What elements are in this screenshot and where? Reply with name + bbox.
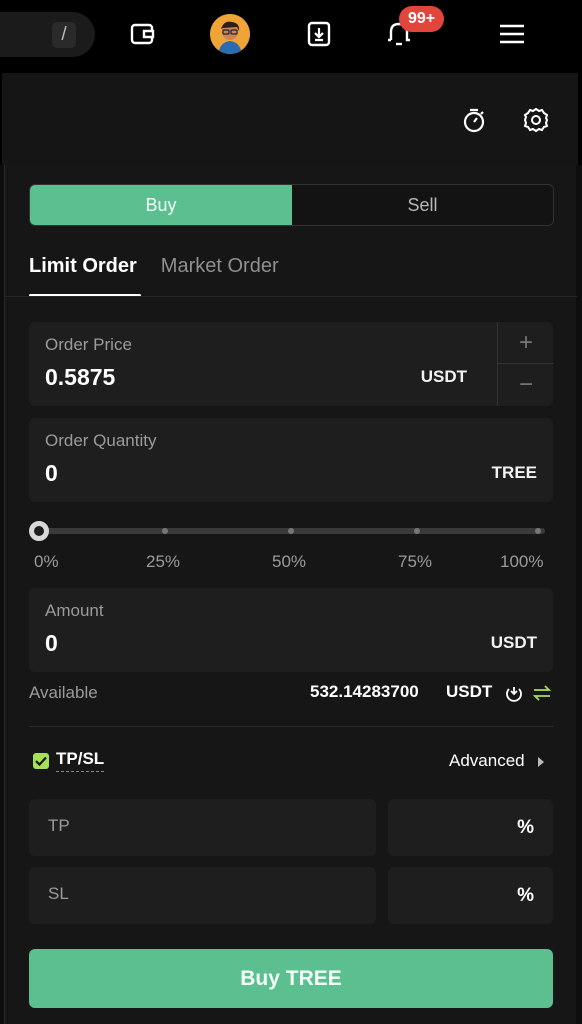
sell-tab[interactable]: Sell (292, 185, 553, 225)
slider-mark-75[interactable] (414, 528, 420, 534)
tp-percent-input[interactable]: % (388, 799, 553, 856)
order-price-field[interactable]: Order Price 0.5875 USDT + − (29, 322, 554, 406)
slider-mark-100[interactable] (535, 528, 541, 534)
tab-limit-order[interactable]: Limit Order (29, 255, 141, 297)
sl-input[interactable]: SL (29, 867, 376, 924)
available-unit: USDT (446, 682, 493, 701)
slider-label-25[interactable]: 25% (146, 552, 180, 572)
amount-field[interactable]: Amount 0 USDT (29, 588, 553, 672)
order-price-label: Order Price (45, 335, 132, 354)
amount-label: Amount (45, 601, 104, 620)
search-shortcut-key: / (52, 22, 76, 48)
amount-input[interactable]: 0 (45, 630, 58, 657)
available-label: Available (29, 683, 98, 702)
advanced-link[interactable]: Advanced (449, 751, 525, 771)
sl-label: SL (48, 884, 69, 903)
tp-percent-symbol: % (517, 817, 534, 838)
menu-icon[interactable] (498, 20, 526, 48)
sl-percent-symbol: % (517, 885, 534, 906)
order-quantity-unit: TREE (491, 463, 537, 482)
tpsl-checkbox[interactable] (33, 753, 49, 769)
order-quantity-input[interactable]: 0 (45, 460, 58, 487)
slider-label-75[interactable]: 75% (398, 552, 432, 572)
download-icon[interactable] (305, 20, 333, 48)
slider-label-0[interactable]: 0% (34, 552, 59, 572)
order-panel: Buy Sell Limit Order Market Order Order … (4, 165, 577, 1024)
search-bar[interactable]: / (0, 12, 95, 57)
slider-mark-25[interactable] (162, 528, 168, 534)
transfer-icon[interactable] (532, 683, 552, 703)
buy-tab[interactable]: Buy (30, 185, 292, 225)
notification-badge: 99+ (399, 6, 445, 32)
tabs-divider (5, 296, 577, 297)
order-quantity-field[interactable]: Order Quantity 0 TREE (29, 418, 553, 502)
order-price-unit: USDT (420, 367, 467, 386)
slider-label-100[interactable]: 100% (500, 552, 543, 572)
available-balance: 532.14283700 (310, 682, 419, 701)
quantity-slider[interactable] (29, 521, 545, 541)
settings-gear-icon[interactable] (522, 106, 550, 134)
buy-submit-button[interactable]: Buy TREE (29, 949, 553, 1008)
stopwatch-icon[interactable] (460, 106, 488, 134)
tp-input[interactable]: TP (29, 799, 376, 856)
price-decrease-button[interactable]: − (498, 364, 554, 406)
slider-label-50[interactable]: 50% (272, 552, 306, 572)
price-increase-button[interactable]: + (498, 322, 554, 364)
avatar[interactable] (210, 14, 250, 54)
section-divider (29, 726, 553, 727)
amount-unit: USDT (490, 633, 537, 652)
tpsl-label[interactable]: TP/SL (56, 749, 105, 772)
tab-market-order[interactable]: Market Order (161, 255, 279, 297)
slider-mark-50[interactable] (288, 528, 294, 534)
slider-thumb[interactable] (29, 521, 49, 541)
sub-header (0, 73, 582, 165)
top-bar: / 99+ (0, 0, 582, 73)
tp-label: TP (48, 816, 70, 835)
caret-right-icon[interactable] (538, 757, 544, 767)
wallet-icon[interactable] (129, 20, 157, 48)
buy-sell-toggle: Buy Sell (29, 184, 554, 226)
deposit-icon[interactable] (504, 683, 524, 703)
sl-percent-input[interactable]: % (388, 867, 553, 924)
order-price-input[interactable]: 0.5875 (45, 364, 115, 391)
order-quantity-label: Order Quantity (45, 431, 157, 450)
price-stepper: + − (497, 322, 554, 406)
order-type-tabs: Limit Order Market Order (29, 255, 279, 297)
